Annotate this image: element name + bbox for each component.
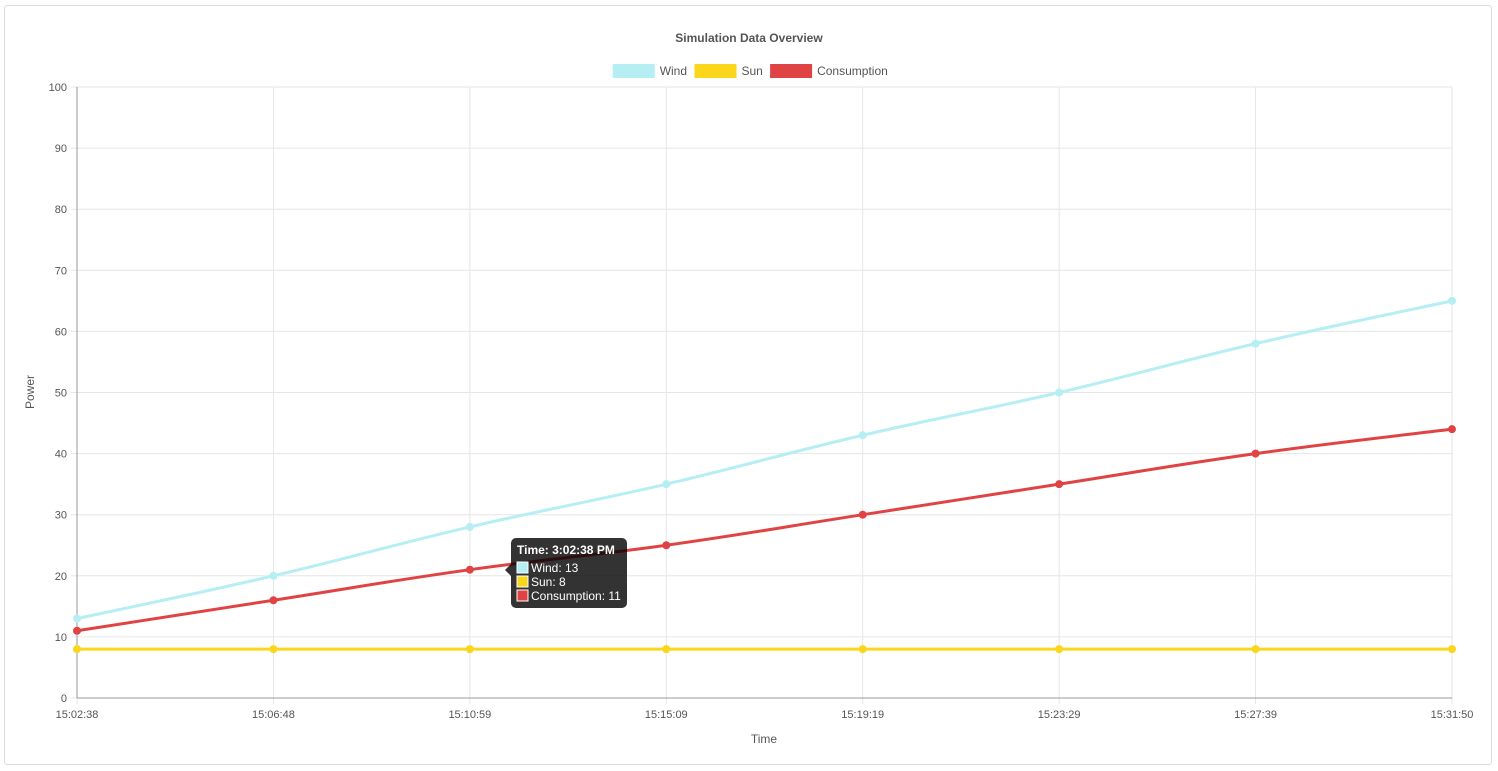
line-chart: Simulation Data Overview Wind Sun Consumpt… — [23, 31, 1474, 746]
data-point-wind[interactable] — [73, 614, 81, 623]
tooltip-line: Consumption: 11 — [531, 589, 621, 603]
data-point-wind[interactable] — [858, 431, 867, 440]
legend-item-wind[interactable]: Wind — [612, 64, 687, 78]
x-tick-label: 15:31:50 — [1431, 709, 1474, 721]
x-tick-label: 15:06:48 — [252, 709, 295, 721]
x-tick-label: 15:02:38 — [56, 709, 99, 721]
y-tick-label: 60 — [55, 326, 67, 338]
data-point-consumption[interactable] — [1055, 480, 1064, 489]
y-tick-label: 0 — [61, 693, 67, 705]
legend-swatch — [770, 64, 813, 78]
data-point-sun[interactable] — [1251, 645, 1260, 654]
x-tick-label: 15:10:59 — [448, 709, 491, 721]
x-tick-label: 15:15:09 — [645, 709, 688, 721]
y-tick-label: 100 — [49, 82, 67, 94]
y-tick-label: 90 — [55, 143, 67, 155]
legend-label: Consumption — [817, 64, 888, 78]
legend-label: Sun — [742, 64, 763, 78]
y-tick-label: 30 — [55, 510, 67, 522]
data-point-sun[interactable] — [662, 645, 671, 654]
tooltip-title: Time: 3:02:38 PM — [517, 543, 615, 557]
tooltip-swatch — [516, 561, 529, 574]
x-tick-label: 15:27:39 — [1234, 709, 1277, 721]
y-tick-label: 80 — [55, 204, 67, 216]
data-point-sun[interactable] — [269, 645, 278, 654]
legend-swatch — [612, 64, 655, 78]
legend: Wind Sun Consumption — [612, 64, 888, 78]
y-tick-label: 70 — [55, 265, 67, 277]
x-tick-label: 15:23:29 — [1038, 709, 1081, 721]
tooltip: Time: 3:02:38 PM Wind: 13Sun: 8Consumptio… — [505, 538, 627, 608]
grid — [71, 86, 1453, 704]
series-line-wind — [76, 299, 1453, 621]
y-tick-label: 10 — [55, 632, 67, 644]
data-point-wind[interactable] — [1055, 388, 1064, 397]
series-group — [73, 296, 1456, 654]
data-point-wind[interactable] — [1448, 296, 1456, 305]
data-point-wind[interactable] — [662, 480, 671, 489]
y-tick-label: 40 — [55, 449, 67, 461]
tooltip-swatch — [516, 575, 529, 588]
data-point-consumption[interactable] — [73, 626, 81, 635]
data-point-consumption[interactable] — [1251, 449, 1260, 458]
data-point-sun[interactable] — [858, 645, 867, 654]
tooltip-swatch — [516, 589, 529, 602]
data-point-wind[interactable] — [465, 522, 474, 531]
data-point-sun[interactable] — [1055, 645, 1064, 654]
data-point-consumption[interactable] — [662, 541, 671, 550]
chart-title: Simulation Data Overview — [675, 31, 823, 45]
legend-item-sun[interactable]: Sun — [694, 64, 763, 78]
tooltip-line: Sun: 8 — [531, 575, 566, 589]
x-axis-label: Time — [751, 732, 778, 746]
data-point-consumption[interactable] — [858, 510, 867, 519]
data-point-sun[interactable] — [465, 645, 474, 654]
data-point-sun[interactable] — [73, 645, 81, 654]
tooltip-line: Wind: 13 — [531, 561, 579, 575]
legend-swatch — [694, 64, 737, 78]
axes: 0 10 20 30 40 50 60 70 80 90 100 15:02:38 15:06:48 15… — [49, 82, 1474, 721]
data-point-consumption[interactable] — [1448, 425, 1456, 434]
y-tick-label: 50 — [55, 388, 67, 400]
data-point-consumption[interactable] — [269, 596, 278, 605]
data-point-sun[interactable] — [1448, 645, 1456, 654]
legend-item-consumption[interactable]: Consumption — [770, 64, 888, 78]
x-tick-label: 15:19:19 — [841, 709, 884, 721]
data-point-wind[interactable] — [269, 571, 278, 580]
legend-label: Wind — [660, 64, 687, 78]
y-axis-label: Power — [23, 375, 37, 409]
y-tick-label: 20 — [55, 571, 67, 583]
data-point-consumption[interactable] — [465, 565, 474, 574]
data-point-wind[interactable] — [1251, 339, 1260, 348]
